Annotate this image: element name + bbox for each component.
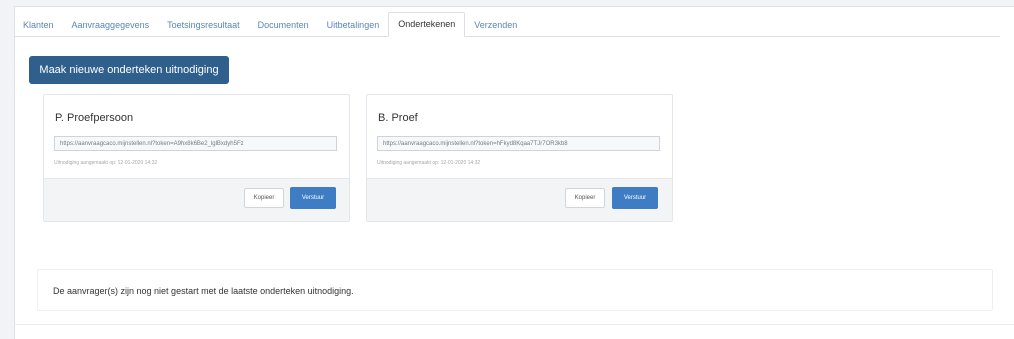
tab-ondertekenen[interactable]: Ondertekenen (388, 12, 466, 37)
tab-uitbetalingen[interactable]: Uitbetalingen (318, 14, 389, 36)
tab-documenten[interactable]: Documenten (249, 14, 318, 36)
tab-klanten[interactable]: Klanten (14, 14, 63, 36)
tab-aanvraaggegevens[interactable]: Aanvraaggegevens (63, 14, 159, 36)
copy-button[interactable]: Kopieer (244, 188, 284, 208)
send-button[interactable]: Verstuur (290, 187, 336, 209)
invite-created-text: Uitnodiging aangemaakt op: 12-01-2020 14… (377, 160, 481, 166)
send-button[interactable]: Verstuur (612, 187, 658, 209)
signer-name: B. Proef (378, 112, 418, 124)
status-notice: De aanvrager(s) zijn nog niet gestart me… (37, 269, 993, 311)
tab-toetsingsresultaat[interactable]: Toetsingsresultaat (158, 14, 249, 36)
tab-bar: Klanten Aanvraaggegevens Toetsingsresult… (14, 8, 1000, 37)
tab-verzenden[interactable]: Verzenden (465, 14, 526, 36)
invite-created-text: Uitnodiging aangemaakt op: 12-01-2020 14… (54, 160, 158, 166)
signer-card: B. Proef https://aanvraagcaco.mijnstelle… (366, 94, 673, 222)
signer-card: P. Proefpersoon https://aanvraagcaco.mij… (43, 94, 350, 222)
divider (14, 324, 1014, 325)
invite-url-field[interactable]: https://aanvraagcaco.mijnstellen.nl?toke… (377, 136, 660, 151)
new-sign-invite-button[interactable]: Maak nieuwe onderteken uitnodiging (29, 56, 229, 84)
invite-url-field[interactable]: https://aanvraagcaco.mijnstellen.nl?toke… (54, 136, 337, 151)
signer-name: P. Proefpersoon (55, 112, 134, 124)
copy-button[interactable]: Kopieer (565, 188, 605, 208)
